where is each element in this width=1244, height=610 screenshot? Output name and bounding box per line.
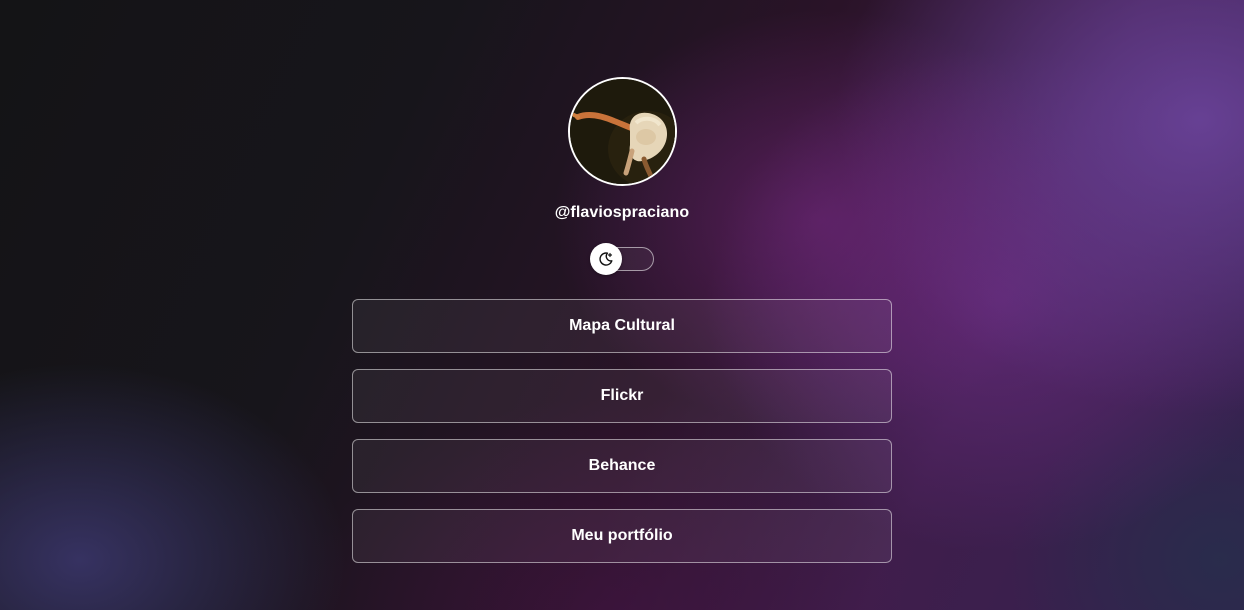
link-behance-button[interactable]: Behance xyxy=(352,439,892,493)
link-portfolio-button[interactable]: Meu portfólio xyxy=(352,509,892,563)
profile-handle: @flaviospraciano xyxy=(554,204,690,221)
avatar-photo xyxy=(569,79,675,184)
profile-section: @flaviospraciano Mapa Cultural Flickr Be… xyxy=(0,0,1244,563)
links-list: Mapa Cultural Flickr Behance Meu portfól… xyxy=(352,299,892,563)
moon-star-icon xyxy=(599,252,613,266)
theme-toggle[interactable] xyxy=(590,243,654,275)
link-flickr-button[interactable]: Flickr xyxy=(352,369,892,423)
link-mapa-cultural-button[interactable]: Mapa Cultural xyxy=(352,299,892,353)
avatar xyxy=(567,77,677,186)
toggle-knob[interactable] xyxy=(590,243,622,275)
